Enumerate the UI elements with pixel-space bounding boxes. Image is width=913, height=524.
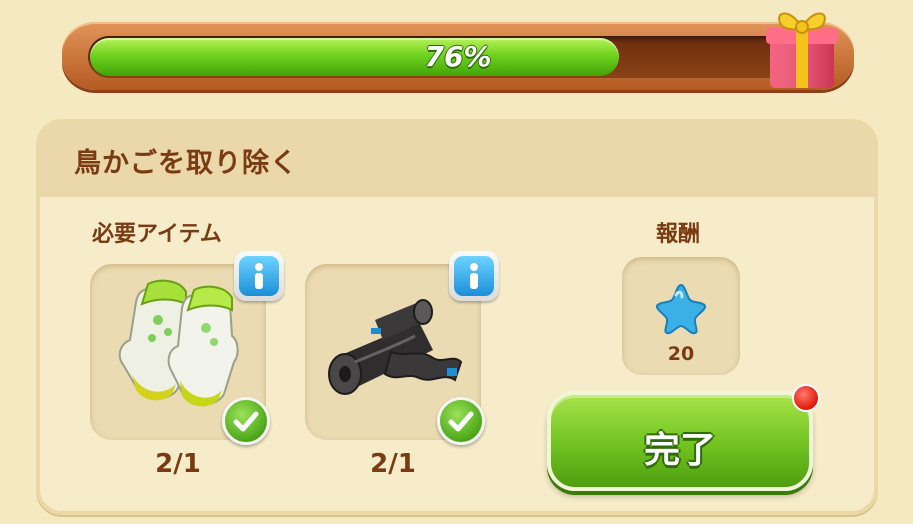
required-items-label: 必要アイテム [92,222,222,247]
gardening-gloves-icon [118,279,239,407]
reward-amount: 20 [667,343,695,365]
item-complete-check-icon [437,397,485,445]
blue-star-icon [655,283,707,335]
gift-box-icon[interactable] [760,0,844,92]
task-panel-header: 鳥かごを取り除く [40,123,874,197]
item-info-button-garbage-bags[interactable] [449,251,499,301]
item-info-button-gloves[interactable] [234,251,284,301]
complete-button-label: 完了 [643,430,716,471]
progress-percent-label: 76% [424,40,492,73]
reward-label: 報酬 [656,222,701,247]
info-icon [239,256,279,296]
item-count-gloves: 2/1 [155,449,201,479]
task-title: 鳥かごを取り除く [74,148,298,179]
item-complete-check-icon [222,397,270,445]
garbage-bags-icon [328,299,463,395]
item-count-garbage-bags: 2/1 [370,449,416,479]
notification-badge [792,384,820,412]
complete-button[interactable]: 完了 [547,391,813,491]
info-icon [454,256,494,296]
